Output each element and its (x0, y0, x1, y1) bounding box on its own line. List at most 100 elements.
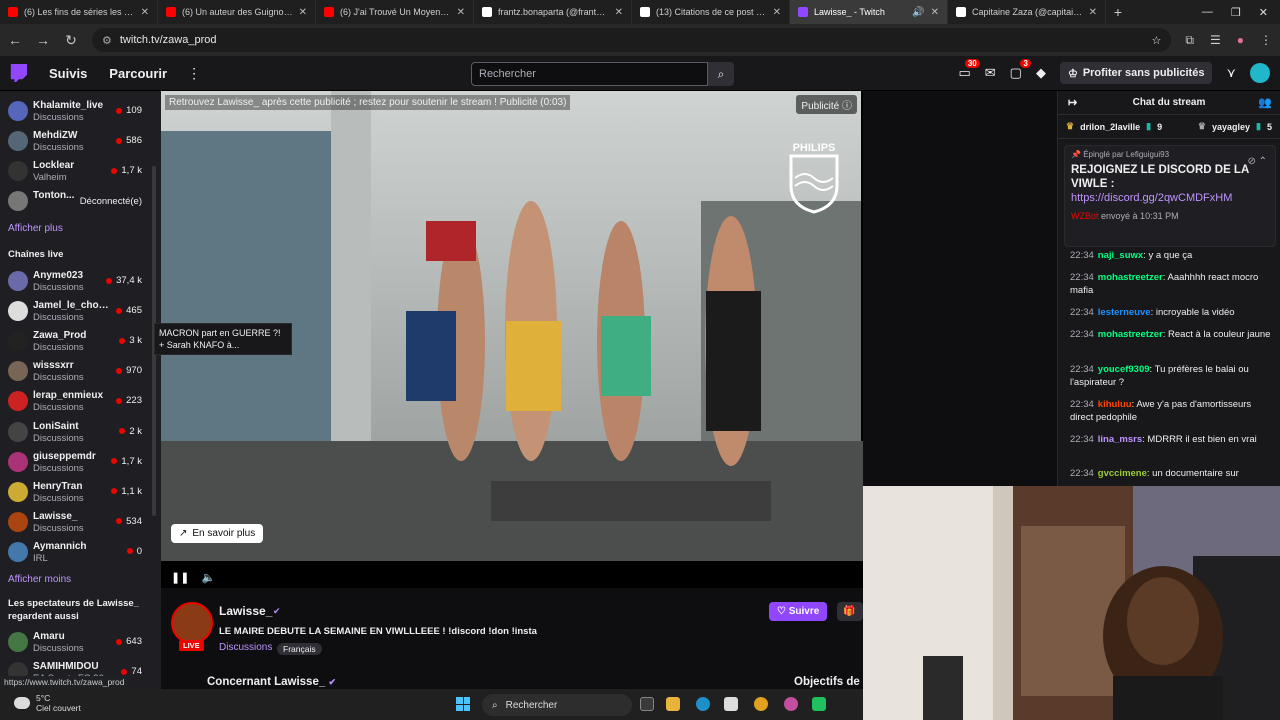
gifter-name[interactable]: yayagley (1212, 122, 1250, 132)
chat-username[interactable]: naji_suwx (1098, 250, 1143, 261)
close-icon[interactable]: ✕ (457, 7, 465, 18)
users-icon[interactable]: 👥 (1258, 96, 1272, 109)
minimize-icon[interactable]: — (1202, 6, 1213, 18)
more-options-icon[interactable]: ⋮ (187, 65, 201, 82)
close-icon[interactable]: ✕ (931, 7, 939, 18)
browser-tab-active[interactable]: Lawisse_ - Twitch 🔊 ✕ (790, 0, 948, 24)
extensions-icon[interactable]: ⧉ (1185, 33, 1194, 48)
chat-username[interactable]: gvccimene (1098, 468, 1147, 479)
bits-icon[interactable]: ◆ (1036, 65, 1046, 81)
close-icon[interactable]: ✕ (141, 7, 149, 18)
close-icon[interactable]: ✕ (615, 7, 623, 18)
new-tab-button[interactable]: + (1106, 4, 1130, 20)
edge-icon[interactable] (696, 697, 710, 711)
sidebar-channel-item[interactable]: MehdiZW Discussions 586 (0, 126, 152, 156)
nav-browse[interactable]: Parcourir (109, 66, 167, 81)
sidebar-scrollbar[interactable] (152, 96, 157, 686)
sidebar-channel-item[interactable]: Jamel_le_chom... Discussions 465 (0, 296, 152, 326)
whispers-icon[interactable]: ▢ 3 (1010, 59, 1031, 81)
inbox-icon[interactable]: ▭ 30 (958, 59, 980, 81)
sidebar-channel-item[interactable]: HenryTran Discussions 1,1 k (0, 477, 152, 507)
browser-tab[interactable]: (13) Citations de ce post / X ✕ (632, 0, 790, 24)
language-tag[interactable]: Français (277, 643, 322, 655)
discord-link[interactable]: https://discord.gg/2qwCMDFxHM (1071, 191, 1269, 205)
follow-button[interactable]: ♡ Suivre (769, 602, 828, 621)
sidebar-channel-item[interactable]: Anyme023 Discussions 37,4 k (0, 266, 152, 296)
close-window-icon[interactable]: ✕ (1259, 6, 1268, 19)
sidebar-channel-item[interactable]: Aymannich IRL 0 (0, 537, 152, 567)
sidebar-icon[interactable]: ☰ (1210, 33, 1221, 47)
browser-tab[interactable]: (6) J'ai Trouvé Un Moyen De R ✕ (316, 0, 474, 24)
chevron-up-icon[interactable]: ⌃ (1259, 156, 1267, 167)
sidebar-channel-item[interactable]: lerap_enmieux Discussions 223 (0, 386, 152, 416)
hide-icon[interactable]: ⊘ (1247, 156, 1255, 167)
live-dot-icon (116, 367, 123, 374)
search-input[interactable]: Rechercher (471, 62, 708, 86)
prime-button[interactable]: ♔ Profiter sans publicités (1059, 62, 1213, 84)
forward-icon[interactable]: → (36, 32, 50, 48)
twitch-logo-icon[interactable] (10, 64, 27, 82)
sidebar-channel-item[interactable]: Amaru Discussions 643 (0, 627, 152, 657)
store-icon[interactable] (724, 697, 738, 711)
chat-username[interactable]: lina_msrs (1098, 434, 1142, 445)
browser-tab[interactable]: Capitaine Zaza (@capitaine.za ✕ (948, 0, 1106, 24)
reload-icon[interactable]: ↻ (64, 32, 78, 49)
chat-username[interactable]: lesterneuve (1098, 307, 1151, 318)
chat-username[interactable]: mohastreetzer (1098, 272, 1163, 283)
windows-start-icon[interactable] (456, 697, 470, 711)
live-badge: LIVE (179, 640, 204, 651)
browser-tab[interactable]: (6) Les fins de séries les plus W ✕ (0, 0, 158, 24)
browser-tab[interactable]: (6) Un auteur des Guignols bal ✕ (158, 0, 316, 24)
site-info-icon[interactable]: ⚙ (102, 34, 112, 47)
firefox-icon[interactable] (784, 697, 798, 711)
chat-username[interactable]: youcef9309 (1098, 364, 1150, 375)
channel-avatar[interactable] (171, 602, 213, 644)
pause-icon[interactable]: ❚❚ (171, 571, 189, 584)
url-field[interactable]: ⚙ twitch.tv/zawa_prod ☆ (92, 28, 1172, 52)
weather-widget[interactable]: 5°C Ciel couvert (14, 693, 81, 713)
sidebar-channel-item[interactable]: wisssxrr Discussions 970 (0, 356, 152, 386)
maximize-icon[interactable]: ❐ (1231, 6, 1241, 19)
volume-icon[interactable]: 🔈 (201, 571, 215, 584)
sidebar-channel-item[interactable]: LoniSaint Discussions 2 k (0, 417, 152, 447)
mail-icon[interactable]: ✉ (985, 65, 996, 81)
bookmark-star-icon[interactable]: ☆ (1152, 34, 1162, 47)
task-view-icon[interactable] (640, 697, 654, 711)
sidebar-channel-item[interactable]: Tonton... Déconnecté(e) (0, 186, 152, 216)
sidebar-channel-item[interactable]: giuseppemdr Discussions 1,7 k (0, 447, 152, 477)
collapse-chat-icon[interactable]: ↦ (1068, 96, 1077, 109)
chrome-icon[interactable] (754, 697, 768, 711)
extension-logo-icon[interactable]: ⋎ (1226, 65, 1236, 81)
browser-tab[interactable]: frantz.bonaparta (@frantz.bona ✕ (474, 0, 632, 24)
close-icon[interactable]: ✕ (1089, 7, 1097, 18)
gift-sub-button[interactable]: 🎁 (837, 602, 863, 621)
speaker-icon[interactable]: 🔊 (912, 7, 924, 18)
search-icon[interactable]: ⌕ (708, 62, 734, 86)
app-icon[interactable] (812, 697, 826, 711)
chat-username[interactable]: mohastreetzer (1098, 329, 1163, 340)
file-explorer-icon[interactable] (666, 697, 680, 711)
close-icon[interactable]: ✕ (773, 7, 781, 18)
gifter-name[interactable]: drilon_2laville (1080, 122, 1140, 132)
viewer-count-value: 74 (131, 666, 142, 677)
channel-name[interactable]: Lawisse_ (219, 604, 272, 618)
close-icon[interactable]: ✕ (299, 7, 307, 18)
sidebar-channel-item[interactable]: Zawa_Prod Discussions 3 k (0, 326, 152, 356)
menu-icon[interactable]: ⋮ (1260, 33, 1272, 47)
sidebar-channel-item[interactable]: Lawisse_ Discussions 534 (0, 507, 152, 537)
sidebar-channel-item[interactable]: Khalamite_live Discussions 109 (0, 96, 152, 126)
viewer-count: 970 (116, 365, 142, 376)
stream-category[interactable]: Discussions (219, 642, 272, 653)
profile-icon[interactable]: ● (1237, 33, 1244, 47)
chat-username[interactable]: kihuluu (1098, 399, 1132, 410)
user-avatar[interactable] (1250, 63, 1270, 83)
back-icon[interactable]: ← (8, 32, 22, 48)
live-dot-icon (116, 638, 123, 645)
info-icon[interactable]: ⓘ (842, 101, 852, 112)
taskbar-search[interactable]: ⌕ Rechercher (482, 694, 632, 716)
nav-following[interactable]: Suivis (49, 66, 87, 81)
sidebar-channel-item[interactable]: Locklear Valheim 1,7 k (0, 156, 152, 186)
learn-more-button[interactable]: ↗ En savoir plus (171, 524, 264, 543)
show-less-link[interactable]: Afficher moins (8, 574, 71, 585)
show-more-link[interactable]: Afficher plus (8, 223, 63, 234)
